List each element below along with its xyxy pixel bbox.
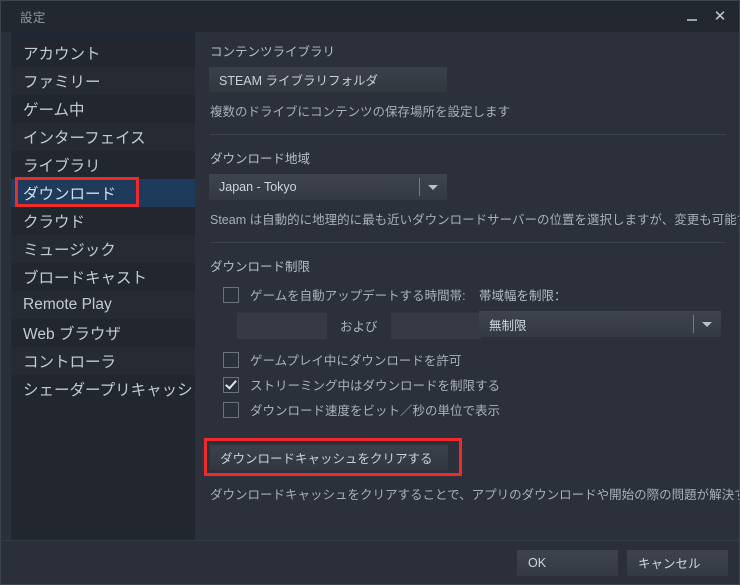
download-restriction-checkbox-list: ゲームプレイ中にダウンロードを許可ストリーミング中はダウンロードを制限する ダウン… — [209, 347, 726, 422]
chevron-down-icon — [702, 322, 712, 327]
sidebar-item[interactable]: ミュージック — [11, 235, 195, 263]
sidebar-item-label: ライブラリ — [23, 158, 101, 175]
download-region-heading: ダウンロード地域 — [210, 152, 311, 166]
sidebar-item-label: ファミリー — [23, 74, 101, 91]
sidebar-item[interactable]: インターフェイス — [11, 123, 195, 151]
sidebar-item[interactable]: Web ブラウザ — [11, 319, 195, 347]
close-icon[interactable]: ✕ — [707, 4, 733, 30]
restriction-checkbox-row[interactable]: ストリーミング中はダウンロードを制限する — [209, 372, 726, 397]
download-restrictions-columns: ゲームを自動アップデートする時間帯: および 帯域幅を制限： 無制限 — [209, 282, 726, 339]
sidebar-item-label: ブロードキャスト — [23, 270, 148, 287]
dropdown-separator — [419, 178, 420, 196]
auto-update-end-input[interactable] — [390, 312, 481, 339]
cache-section: ダウンロードキャッシュをクリアする ダウンロードキャッシュをクリアすることで、ア… — [204, 438, 739, 503]
dropdown-separator — [693, 315, 694, 333]
sidebar-item-label: コントローラ — [23, 354, 117, 371]
ok-button[interactable]: OK — [517, 549, 618, 576]
sidebar-item[interactable]: ゲーム中 — [11, 95, 195, 123]
clear-cache-button-wrapper: ダウンロードキャッシュをクリアする — [204, 438, 462, 476]
sidebar-item[interactable]: シェーダープリキャッシュ — [11, 375, 195, 403]
content-library-description: 複数のドライブにコンテンツの保存場所を設定します — [210, 105, 511, 119]
restriction-checkbox-label: ストリーミング中はダウンロードを制限する — [250, 379, 501, 393]
sidebar-item[interactable]: ファミリー — [11, 67, 195, 95]
sidebar-item-label: ゲーム中 — [23, 102, 85, 119]
sidebar-item-label: ダウンロード — [23, 186, 117, 203]
steam-library-folders-button[interactable]: STEAM ライブラリフォルダ — [209, 67, 447, 92]
cancel-button[interactable]: キャンセル — [627, 549, 728, 576]
auto-update-window-label: ゲームを自動アップデートする時間帯: — [250, 289, 466, 303]
restriction-checkbox-row[interactable]: ゲームプレイ中にダウンロードを許可 — [209, 347, 726, 372]
restriction-checkbox[interactable] — [223, 401, 239, 418]
download-region-description: Steam は自動的に地理的に最も近いダウンロードサーバーの位置を選択しますが、… — [210, 213, 740, 227]
download-region-value: Japan - Tokyo — [219, 180, 297, 194]
sidebar-nav-list: アカウントファミリーゲーム中インターフェイス ライブラリダウンロード クラウドミュー… — [11, 37, 195, 403]
chevron-down-icon — [428, 185, 438, 190]
divider-1 — [210, 134, 726, 135]
sidebar-item[interactable]: コントローラ — [11, 347, 195, 375]
settings-sidebar: アカウントファミリーゲーム中インターフェイス ライブラリダウンロード クラウドミュー… — [11, 32, 195, 541]
auto-update-window-row[interactable]: ゲームを自動アップデートする時間帯: — [209, 282, 477, 307]
sidebar-item-label: インターフェイス — [23, 130, 146, 147]
sidebar-item[interactable]: ライブラリ — [11, 151, 195, 179]
bandwidth-limit-label: 帯域幅を制限： — [479, 289, 567, 303]
clear-download-cache-button[interactable]: ダウンロードキャッシュをクリアする — [210, 445, 448, 470]
sidebar-item[interactable]: ダウンロード — [11, 177, 195, 207]
sidebar-item[interactable]: ブロードキャスト — [11, 263, 195, 291]
downloads-settings-panel: コンテンツライブラリ STEAM ライブラリフォルダ 複数のドライブにコンテンツ… — [195, 32, 740, 541]
minimize-button[interactable] — [679, 4, 705, 30]
restriction-checkbox[interactable] — [223, 351, 239, 368]
sidebar-item[interactable]: アカウント — [11, 39, 195, 67]
sidebar-item-label: アカウント — [23, 46, 101, 63]
window-controls: ✕ — [679, 1, 733, 32]
bandwidth-limit-value: 無制限 — [489, 318, 527, 333]
auto-update-column: ゲームを自動アップデートする時間帯: および — [209, 282, 481, 339]
auto-update-time-range: および — [237, 312, 481, 339]
clear-cache-description: ダウンロードキャッシュをクリアすることで、アプリのダウンロードや開始の際の問題が… — [210, 488, 739, 502]
title-bar: 設定 ✕ — [1, 1, 739, 32]
restriction-checkbox[interactable] — [223, 376, 239, 393]
download-region-select[interactable]: Japan - Tokyo — [209, 174, 447, 200]
sidebar-item-label: クラウド — [23, 214, 86, 231]
sidebar-top-stripe — [11, 32, 195, 37]
sidebar-item-label: シェーダープリキャッシュ — [23, 382, 195, 399]
dialog-footer: OK キャンセル — [2, 540, 739, 584]
restriction-checkbox-row[interactable]: ダウンロード速度をビット／秒の単位で表示 — [209, 397, 726, 422]
window-title: 設定 — [20, 11, 46, 25]
sidebar-item[interactable]: クラウド — [11, 207, 195, 235]
content-library-heading: コンテンツライブラリ — [210, 45, 336, 59]
sidebar-item-label: Web ブラウザ — [23, 326, 121, 343]
auto-update-start-input[interactable] — [237, 312, 327, 339]
divider-2 — [210, 242, 726, 243]
auto-update-window-checkbox[interactable] — [223, 286, 239, 303]
settings-window: 設定 ✕ アカウントファミリーゲーム中インターフェイス ライブラリダウンロード クラ… — [0, 0, 740, 585]
bandwidth-column: 帯域幅を制限： 無制限 — [477, 282, 721, 339]
sidebar-item-label: Remote Play — [23, 296, 112, 313]
time-range-between-label: および — [340, 320, 378, 334]
restriction-checkbox-label: ゲームプレイ中にダウンロードを許可 — [250, 354, 462, 368]
sidebar-item-label: ミュージック — [23, 242, 116, 259]
download-restrictions-heading: ダウンロード制限 — [210, 260, 311, 274]
restriction-checkbox-label: ダウンロード速度をビット／秒の単位で表示 — [250, 404, 501, 418]
sidebar-item[interactable]: Remote Play — [11, 291, 195, 319]
bandwidth-limit-select[interactable]: 無制限 — [479, 311, 721, 337]
